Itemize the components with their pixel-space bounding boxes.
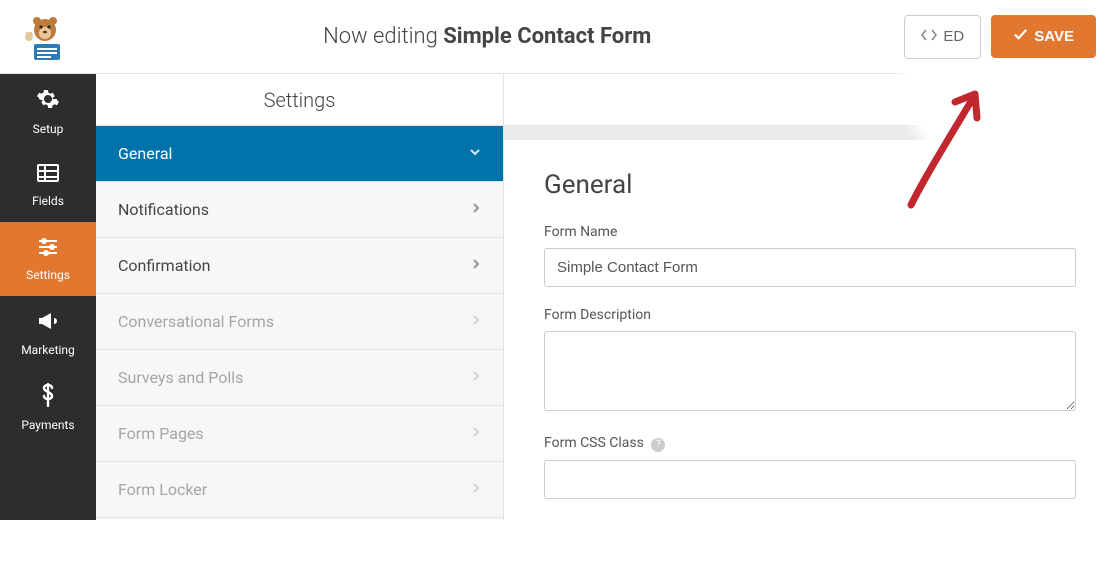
list-icon <box>36 163 60 189</box>
header-actions: ED SAVE <box>904 15 1096 59</box>
form-name-input[interactable] <box>544 248 1076 287</box>
sidebar-item-label: Marketing <box>21 343 75 357</box>
editing-form-name: Simple Contact Form <box>443 24 651 49</box>
chevron-right-icon <box>471 314 481 330</box>
settings-item-label: Notifications <box>118 200 209 219</box>
settings-item-label: Surveys and Polls <box>118 368 243 387</box>
settings-item-general[interactable]: General <box>96 126 503 182</box>
form-cssclass-group: Form CSS Class ? <box>544 435 1076 499</box>
save-button[interactable]: SAVE <box>991 15 1096 58</box>
form-description-group: Form Description <box>544 307 1076 415</box>
sidebar-item-label: Setup <box>33 122 64 136</box>
bullhorn-icon <box>36 310 60 338</box>
form-cssclass-input[interactable] <box>544 460 1076 499</box>
bear-logo-icon <box>20 12 70 62</box>
check-icon <box>1013 27 1028 46</box>
form-description-label: Form Description <box>544 307 1076 323</box>
chevron-right-icon <box>471 202 481 218</box>
help-icon[interactable]: ? <box>651 438 665 452</box>
chevron-right-icon <box>471 258 481 274</box>
form-description-input[interactable] <box>544 331 1076 411</box>
main-area: Setup Fields Settings Marketing Payments <box>0 74 1116 520</box>
settings-item-conversational[interactable]: Conversational Forms <box>96 294 503 350</box>
settings-item-notifications[interactable]: Notifications <box>96 182 503 238</box>
cssclass-label-text: Form CSS Class <box>544 435 644 451</box>
settings-item-surveys[interactable]: Surveys and Polls <box>96 350 503 406</box>
settings-panel: Settings General Notifications Confirmat… <box>96 74 504 520</box>
form-cssclass-label: Form CSS Class ? <box>544 435 1076 452</box>
settings-item-label: Conversational Forms <box>118 312 274 331</box>
chevron-right-icon <box>471 426 481 442</box>
code-icon <box>921 27 937 47</box>
sliders-icon <box>36 237 60 263</box>
settings-item-label: Form Locker <box>118 480 207 499</box>
settings-item-formpages[interactable]: Form Pages <box>96 406 503 462</box>
save-label: SAVE <box>1034 28 1074 45</box>
sidebar-item-settings[interactable]: Settings <box>0 222 96 296</box>
form-name-label: Form Name <box>544 224 1076 240</box>
embed-button[interactable]: ED <box>904 15 981 59</box>
chevron-down-icon <box>469 146 481 162</box>
sidebar-item-payments[interactable]: Payments <box>0 370 96 444</box>
top-bar: Now editing Simple Contact Form ED SAVE <box>0 0 1116 74</box>
settings-item-label: Form Pages <box>118 424 204 443</box>
form-panel: General Form Name Form Description Form … <box>504 74 1116 520</box>
sidebar-item-marketing[interactable]: Marketing <box>0 296 96 370</box>
gear-icon <box>36 87 60 117</box>
dollar-icon <box>40 383 56 413</box>
settings-item-label: Confirmation <box>118 256 210 275</box>
card-heading: General <box>544 170 1076 200</box>
form-name-group: Form Name <box>544 224 1076 287</box>
sidebar-item-label: Settings <box>26 268 70 282</box>
sidebar-item-fields[interactable]: Fields <box>0 148 96 222</box>
left-sidebar: Setup Fields Settings Marketing Payments <box>0 74 96 520</box>
sidebar-item-setup[interactable]: Setup <box>0 74 96 148</box>
chevron-right-icon <box>471 370 481 386</box>
settings-list: General Notifications Confirmation Conve… <box>96 126 503 518</box>
settings-item-label: General <box>118 144 172 163</box>
chevron-right-icon <box>471 482 481 498</box>
form-panel-header <box>504 74 1116 126</box>
settings-title: Settings <box>96 74 503 126</box>
settings-item-formlocker[interactable]: Form Locker <box>96 462 503 518</box>
general-settings-card: General Form Name Form Description Form … <box>504 140 1116 586</box>
settings-item-confirmation[interactable]: Confirmation <box>96 238 503 294</box>
sidebar-item-label: Payments <box>21 418 74 432</box>
page-title: Now editing Simple Contact Form <box>70 24 904 49</box>
embed-label: ED <box>943 28 964 45</box>
app-logo <box>20 12 70 62</box>
sidebar-item-label: Fields <box>32 194 64 208</box>
now-editing-text: Now editing <box>323 24 438 49</box>
